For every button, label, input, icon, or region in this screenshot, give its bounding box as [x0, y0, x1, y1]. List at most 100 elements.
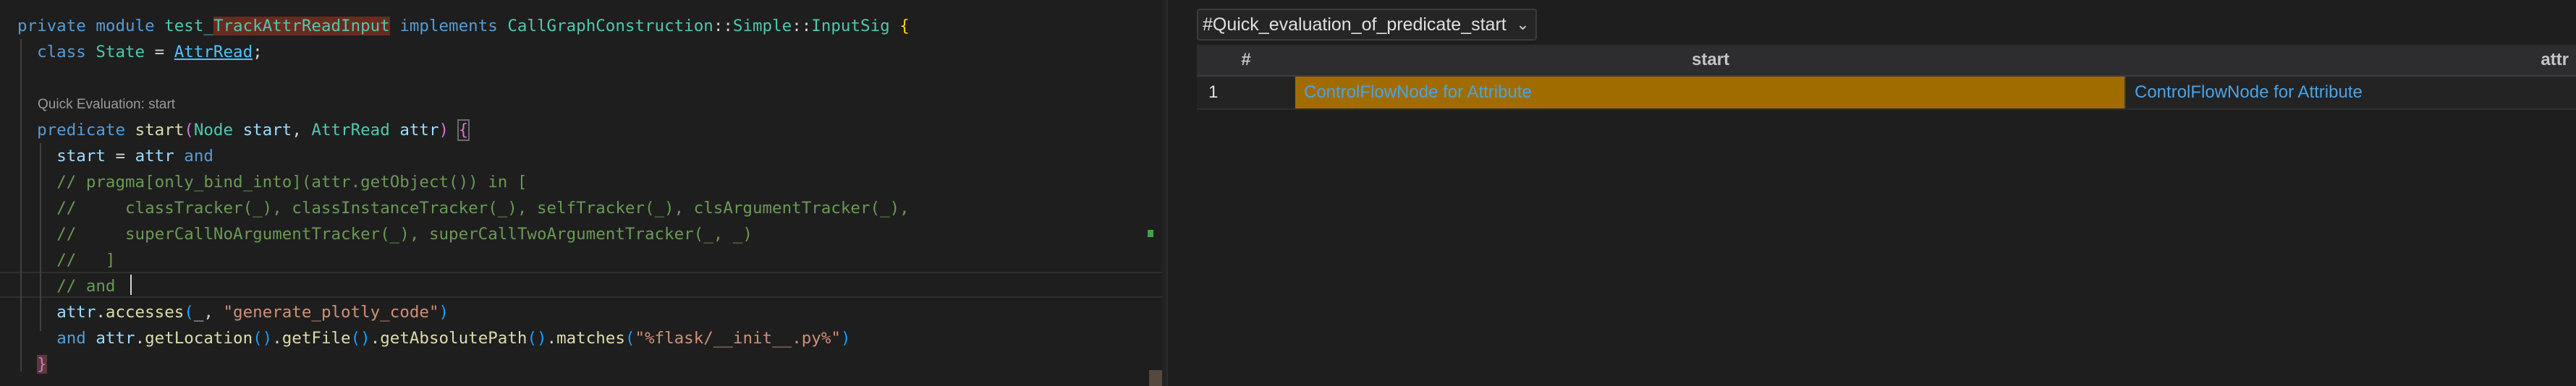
code-token: // superCallNoArgumentTracker(_), superC… — [56, 225, 753, 244]
row-divider — [1197, 108, 2576, 110]
code-token: . — [135, 329, 145, 348]
code-token: ( — [184, 303, 194, 322]
code-token: :: — [713, 17, 733, 35]
code-token: accesses — [105, 303, 185, 322]
code-token: ( — [624, 329, 635, 348]
code-token: predicate — [37, 121, 126, 140]
code-token: () — [527, 329, 547, 348]
app-window: Quick Evaluation: start private module t… — [0, 0, 2576, 386]
code-line[interactable]: private module test_TrackAttrReadInput i… — [0, 13, 1166, 39]
code-token: "generate_plotly_code" — [223, 303, 439, 322]
code-token: private — [17, 17, 86, 35]
code-line[interactable]: // ] — [0, 247, 1166, 273]
code-token: Node — [193, 121, 234, 140]
code-token: . — [272, 329, 282, 348]
code-token: ) — [840, 329, 851, 348]
column-header-start[interactable]: start — [1295, 45, 2126, 75]
row-start-link[interactable]: ControlFlowNode for Attribute — [1295, 77, 2126, 108]
code-token: = — [105, 147, 135, 166]
code-token: module — [96, 17, 155, 35]
code-token: ( — [184, 121, 194, 140]
code-token: implements — [399, 17, 498, 35]
column-header-index[interactable]: # — [1197, 45, 1295, 75]
code-token: ) — [438, 303, 449, 322]
code-line[interactable]: class State = AttrRead; — [0, 39, 1166, 65]
code-token: . — [370, 329, 381, 348]
code-line[interactable] — [0, 91, 1166, 117]
code-line[interactable]: predicate start(Node start, AttrRead att… — [0, 117, 1166, 143]
code-token: { — [899, 17, 910, 35]
change-marker — [1148, 230, 1153, 237]
code-token: :: — [792, 17, 812, 35]
row-index: 1 — [1208, 82, 1219, 102]
code-token: ; — [253, 43, 263, 61]
code-token: . — [546, 329, 557, 348]
code-token: CallGraphConstruction — [507, 17, 713, 35]
result-set-label: #Quick_evaluation_of_predicate_start — [1203, 14, 1507, 35]
table-row[interactable]: 1 ControlFlowNode for Attribute ControlF… — [1197, 77, 2576, 110]
code-editor[interactable]: Quick Evaluation: start private module t… — [0, 0, 1166, 386]
code-token: InputSig — [811, 17, 890, 35]
code-token: State — [96, 43, 145, 61]
code-token: } — [37, 355, 47, 374]
code-token: , — [292, 121, 312, 140]
code-token: TrackAttrReadInput — [213, 17, 390, 35]
code-line[interactable]: attr.accesses(_, "generate_plotly_code") — [0, 299, 1166, 325]
chevron-down-icon: ⌄ — [1516, 15, 1530, 33]
code-token: matches — [556, 329, 625, 348]
code-token: ) — [438, 121, 449, 140]
code-line[interactable]: start = attr and — [0, 143, 1166, 169]
result-set-selector[interactable]: #Quick_evaluation_of_predicate_start ⌄ — [1197, 9, 1537, 40]
code-token: = — [145, 43, 174, 61]
code-token: () — [253, 329, 273, 348]
code-token: getAbsolutePath — [380, 329, 528, 348]
code-token: getFile — [281, 329, 351, 348]
code-token: _, — [193, 303, 224, 322]
code-token: attr — [399, 121, 439, 140]
code-token: attr — [56, 303, 96, 322]
code-line[interactable] — [0, 65, 1166, 91]
code-line[interactable]: // superCallNoArgumentTracker(_), superC… — [0, 221, 1166, 247]
code-token: and — [56, 329, 86, 348]
code-token: Simple — [732, 17, 792, 35]
code-line[interactable]: // pragma[only_bind_into](attr.getObject… — [0, 169, 1166, 195]
code-line[interactable]: and attr.getLocation().getFile().getAbso… — [0, 325, 1166, 351]
code-token: . — [96, 303, 106, 322]
code-token: and — [184, 147, 213, 166]
text-cursor — [130, 275, 132, 295]
code-token: class — [37, 43, 86, 61]
results-table-header: # start attr — [1197, 45, 2576, 77]
code-token: start — [242, 121, 292, 140]
results-table: # start attr 1 ControlFlowNode for Attri… — [1197, 45, 2576, 110]
code-token: AttrRead — [174, 43, 253, 61]
code-token: // and — [56, 277, 126, 296]
code-token: attr — [96, 329, 135, 348]
code-line[interactable]: } — [0, 351, 1166, 377]
code-line[interactable]: // classTracker(_), classInstanceTracker… — [0, 195, 1166, 221]
code-token: // classTracker(_), classInstanceTracker… — [56, 199, 910, 218]
code-token: { — [457, 119, 470, 141]
code-line[interactable]: // and — [0, 273, 1166, 299]
column-header-attr[interactable]: attr — [2126, 45, 2576, 75]
row-attr-link[interactable]: ControlFlowNode for Attribute — [2126, 77, 2576, 108]
code-token: test_ — [164, 17, 213, 35]
code-token: getLocation — [145, 329, 253, 348]
